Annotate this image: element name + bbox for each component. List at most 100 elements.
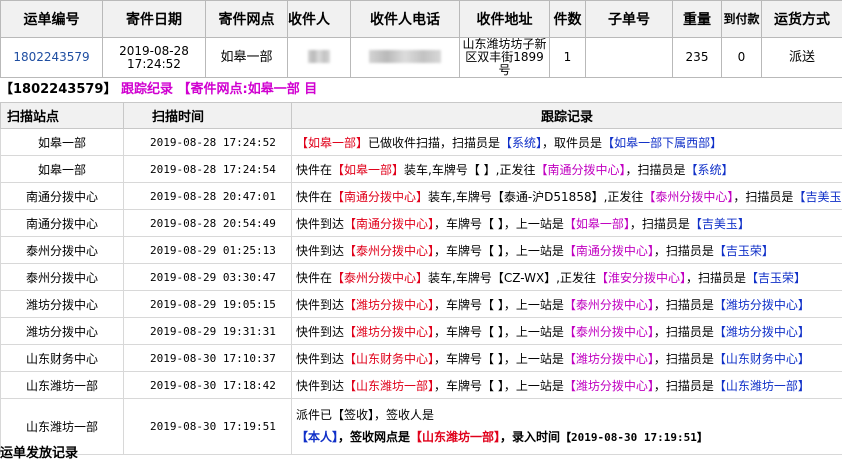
record-tag: 【如皋一部】	[332, 162, 405, 177]
send-time: 17:24:52	[127, 56, 181, 71]
waybill-row: 1802243579 2019-08-28 17:24:52 如皋一部 山东潍坊…	[0, 37, 842, 78]
record-text: ，扫描员是	[629, 216, 690, 231]
waybill-no-link[interactable]: 1802243579	[13, 50, 89, 64]
signer: 【本人】	[296, 430, 339, 444]
tracking-record-link[interactable]: 跟踪纪录	[121, 82, 173, 97]
record-text: 快件到达	[296, 324, 345, 339]
tracking-row: 山东潍坊一部 2019-08-30 17:18:42 快件到达【山东潍坊一部】，车牌…	[0, 371, 842, 399]
record-text: ，车牌号【 】，上一站是	[434, 297, 564, 312]
phone-cell	[350, 37, 460, 78]
tracking-row: 如皋一部 2019-08-28 17:24:54 快件在【如皋一部】装车,车牌号【 …	[0, 155, 842, 183]
tracking-row: 潍坊分拨中心 2019-08-29 19:31:31 快件到达【潍坊分拨中心】，车牌…	[0, 317, 842, 345]
header-sub-no: 子单号	[585, 0, 673, 38]
scan-time: 2019-08-30 17:10:37	[123, 344, 292, 372]
record-tag: 【南通分拨中心】	[563, 243, 654, 258]
header-scan-time: 扫描时间	[123, 102, 292, 129]
record-text: 装车,车牌号【 】,正发往	[404, 162, 536, 177]
sign-site-label: ，签收网点是	[338, 430, 411, 444]
record-text: 快件在	[296, 189, 333, 204]
header-cod: 到付款	[721, 0, 762, 38]
scan-site: 南通分拨中心	[0, 182, 124, 210]
track-record: 快件在【南通分拨中心】装车,车牌号【泰通-沪D51858】,正发往【泰州分拨中心…	[291, 182, 842, 210]
sub-no-cell	[585, 37, 673, 78]
scan-site: 如皋一部	[0, 128, 124, 156]
header-track-record: 跟踪记录	[291, 102, 842, 129]
record-tag: 【南通分拨中心】	[535, 162, 626, 177]
header-ship-method: 运货方式	[761, 0, 842, 38]
record-tag: 【吉美玉】	[689, 216, 750, 231]
scan-site: 如皋一部	[0, 155, 124, 183]
tracking-waybill-no: 【1802243579】	[0, 82, 117, 97]
record-text: ，扫描员是	[653, 378, 714, 393]
record-text: ，扫描员是	[653, 297, 714, 312]
waybill-header-row: 运单编号 寄件日期 寄件网点 收件人 收件人电话 收件地址 件数 子单号 重量 …	[0, 0, 842, 38]
record-tag: 【淮安分拨中心】	[595, 270, 686, 285]
record-tag: 【潍坊分拨中心】	[344, 324, 435, 339]
record-tag: 【系统】	[500, 135, 543, 150]
header-recipient-phone: 收件人电话	[350, 0, 460, 38]
record-text: 快件在	[296, 162, 333, 177]
tracking-heading: 【1802243579】 跟踪纪录 【寄件网点:如皋一部 目	[0, 80, 317, 100]
scan-time: 2019-08-29 19:31:31	[123, 317, 292, 345]
record-text: ，取件员是	[542, 135, 603, 150]
tracking-send-site: 【寄件网点:如皋一部 目	[177, 82, 318, 97]
scan-time: 2019-08-28 20:47:01	[123, 182, 292, 210]
header-scan-site: 扫描站点	[0, 102, 124, 129]
record-tag: 【山东潍坊一部】	[344, 378, 435, 393]
record-text: 快件在	[296, 270, 333, 285]
header-send-date: 寄件日期	[102, 0, 206, 38]
entry-time-label: ，录入时间	[500, 430, 561, 444]
sign-site: 【山东潍坊一部】	[410, 430, 501, 444]
record-tag: 【南通分拨中心】	[332, 189, 429, 204]
waybill-no-cell[interactable]: 1802243579	[0, 37, 103, 78]
track-record: 快件到达【泰州分拨中心】，车牌号【 】，上一站是【南通分拨中心】，扫描员是【吉玉…	[291, 236, 842, 264]
record-tag: 【山东潍坊一部】	[713, 378, 810, 393]
record-text: ，扫描员是	[653, 243, 714, 258]
scan-time: 2019-08-28 17:24:54	[123, 155, 292, 183]
track-record: 快件在【泰州分拨中心】装车,车牌号【CZ-WX】,正发往【淮安分拨中心】，扫描员…	[291, 263, 842, 291]
recipient-redacted	[308, 49, 330, 63]
track-record: 【如皋一部】已做收件扫描，扫描员是【系统】，取件员是【如皋一部下属西部】	[291, 128, 842, 156]
record-tag: 【潍坊分拨中心】	[563, 378, 654, 393]
record-tag: 【如皋一部下属西部】	[602, 135, 723, 150]
track-record: 派件已【签收】，签收人是 【本人】，签收网点是【山东潍坊一部】，录入时间【201…	[291, 398, 842, 455]
tracking-row: 山东财务中心 2019-08-30 17:10:37 快件到达【山东财务中心】，车牌…	[0, 344, 842, 372]
scan-site: 山东财务中心	[0, 344, 124, 372]
record-tag: 【如皋一部】	[563, 216, 630, 231]
record-text: ，车牌号【 】，上一站是	[434, 351, 564, 366]
record-tag: 【吉玉荣】	[746, 270, 807, 285]
record-tag: 【泰州分拨中心】	[344, 243, 435, 258]
record-tag: 【吉美玉】	[793, 189, 842, 204]
signed-line-1: 派件已【签收】，签收人是	[296, 408, 435, 422]
entry-time: 【2019-08-30 17:19:51】	[560, 431, 708, 444]
record-text: ，扫描员是	[686, 270, 747, 285]
record-text: ，车牌号【 】，上一站是	[434, 243, 564, 258]
header-weight: 重量	[672, 0, 722, 38]
record-text: ，扫描员是	[625, 162, 686, 177]
send-date-cell: 2019-08-28 17:24:52	[102, 37, 206, 78]
record-text: 装车,车牌号【CZ-WX】,正发往	[428, 270, 596, 285]
tracking-row: 南通分拨中心 2019-08-28 20:54:49 快件到达【南通分拨中心】，车牌…	[0, 209, 842, 237]
tracking-row-signed: 山东潍坊一部 2019-08-30 17:19:51 派件已【签收】，签收人是 …	[0, 398, 842, 455]
record-text: 快件到达	[296, 351, 345, 366]
track-record: 快件到达【山东财务中心】，车牌号【 】，上一站是【潍坊分拨中心】，扫描员是【山东…	[291, 344, 842, 372]
tracking-header-row: 扫描站点 扫描时间 跟踪记录	[0, 102, 842, 129]
track-record: 快件在【如皋一部】装车,车牌号【 】,正发往【南通分拨中心】，扫描员是【系统】	[291, 155, 842, 183]
scan-time: 2019-08-29 01:25:13	[123, 236, 292, 264]
send-site-cell: 如皋一部	[205, 37, 288, 78]
scan-site: 山东潍坊一部	[0, 371, 124, 399]
scan-site: 泰州分拨中心	[0, 236, 124, 264]
tracking-table: 扫描站点 扫描时间 跟踪记录 如皋一部 2019-08-28 17:24:52 【如…	[0, 102, 842, 455]
header-address: 收件地址	[459, 0, 550, 38]
scan-time: 2019-08-29 03:30:47	[123, 263, 292, 291]
tracking-row: 如皋一部 2019-08-28 17:24:52 【如皋一部】已做收件扫描，扫描员是…	[0, 128, 842, 156]
record-tag: 【潍坊分拨中心】	[344, 297, 435, 312]
scan-site: 潍坊分拨中心	[0, 317, 124, 345]
cod-cell: 0	[721, 37, 762, 78]
tracking-body: 如皋一部 2019-08-28 17:24:52 【如皋一部】已做收件扫描，扫描员是…	[0, 128, 842, 455]
send-date: 2019-08-28	[119, 43, 189, 58]
record-tag: 【潍坊分拨中心】	[713, 297, 810, 312]
track-record: 快件到达【潍坊分拨中心】，车牌号【 】，上一站是【泰州分拨中心】，扫描员是【潍坊…	[291, 290, 842, 318]
record-text: 快件到达	[296, 378, 345, 393]
record-tag: 【泰州分拨中心】	[643, 189, 734, 204]
